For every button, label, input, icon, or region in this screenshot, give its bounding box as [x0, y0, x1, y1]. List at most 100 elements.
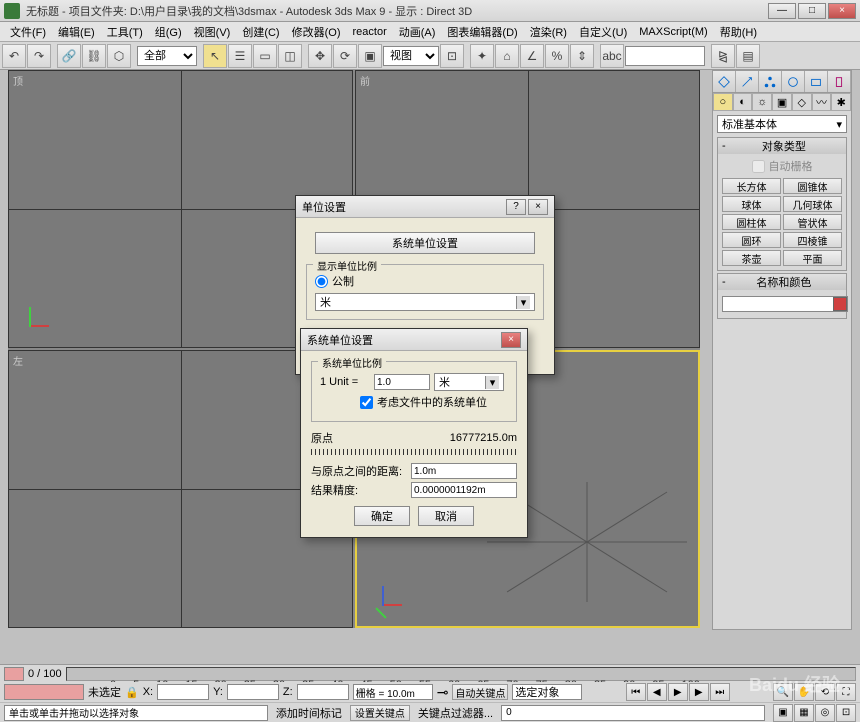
time-slider-handle[interactable]: [4, 667, 24, 681]
system-unit-setup-button[interactable]: 系统单位设置: [315, 232, 535, 254]
current-frame-input[interactable]: 0: [501, 705, 765, 721]
bind-icon[interactable]: ⬡: [107, 44, 131, 68]
menu-animation[interactable]: 动画(A): [393, 24, 442, 40]
unit-name-dropdown[interactable]: 米▾: [434, 373, 504, 391]
dialog-help-button[interactable]: ?: [506, 199, 526, 215]
menu-edit[interactable]: 编辑(E): [52, 24, 101, 40]
prim-cylinder[interactable]: 圆柱体: [722, 214, 781, 230]
object-color-swatch[interactable]: [722, 296, 848, 312]
unlink-icon[interactable]: ⛓: [82, 44, 106, 68]
metric-unit-dropdown[interactable]: 米▾: [315, 293, 535, 311]
unit-value-input[interactable]: 1.0: [374, 374, 430, 390]
subtab-spacewarps[interactable]: 〰: [812, 93, 832, 111]
snap-icon[interactable]: ⌂: [495, 44, 519, 68]
subtab-systems[interactable]: ✱: [831, 93, 851, 111]
distance-input[interactable]: 1.0m: [411, 463, 517, 479]
menu-help[interactable]: 帮助(H): [714, 24, 763, 40]
tab-create[interactable]: [713, 71, 736, 92]
tab-motion[interactable]: [782, 71, 805, 92]
select-rect-icon[interactable]: ▭: [253, 44, 277, 68]
rollout-name-color[interactable]: -名称和颜色: [718, 274, 846, 290]
prev-frame-icon[interactable]: ◀: [647, 683, 667, 701]
undo-icon[interactable]: ↶: [2, 44, 26, 68]
redo-icon[interactable]: ↷: [27, 44, 51, 68]
dialog2-close-button[interactable]: ×: [501, 332, 521, 348]
menu-customize[interactable]: 自定义(U): [573, 24, 633, 40]
menu-tools[interactable]: 工具(T): [101, 24, 149, 40]
tab-hierarchy[interactable]: [759, 71, 782, 92]
menu-graph[interactable]: 图表编辑器(D): [441, 24, 523, 40]
select-window-icon[interactable]: ◫: [278, 44, 302, 68]
prim-torus[interactable]: 圆环: [722, 232, 781, 248]
tab-modify[interactable]: [736, 71, 759, 92]
pan-icon[interactable]: ✋: [794, 683, 814, 701]
align-icon[interactable]: ▤: [736, 44, 760, 68]
zoom-all-icon[interactable]: ▦: [794, 704, 814, 722]
subtab-lights[interactable]: ☼: [752, 93, 772, 111]
select-icon[interactable]: ↖: [203, 44, 227, 68]
mirror-icon[interactable]: ⧎: [711, 44, 735, 68]
select-name-icon[interactable]: ☰: [228, 44, 252, 68]
tab-utilities[interactable]: [828, 71, 851, 92]
prim-pyramid[interactable]: 四棱锥: [783, 232, 842, 248]
prim-teapot[interactable]: 茶壶: [722, 250, 781, 266]
min-max-icon[interactable]: ⊡: [836, 704, 856, 722]
zoom-extents-icon[interactable]: ▣: [773, 704, 793, 722]
subtab-geometry[interactable]: ○: [713, 93, 733, 111]
named-selection-input[interactable]: [625, 46, 705, 66]
subtab-shapes[interactable]: ◐: [733, 93, 753, 111]
prim-tube[interactable]: 管状体: [783, 214, 842, 230]
scale-icon[interactable]: ▣: [358, 44, 382, 68]
manipulate-icon[interactable]: ✦: [470, 44, 494, 68]
goto-start-icon[interactable]: ⏮: [626, 683, 646, 701]
prim-plane[interactable]: 平面: [783, 250, 842, 266]
subtab-cameras[interactable]: ▣: [772, 93, 792, 111]
ok-button[interactable]: 确定: [354, 506, 410, 526]
menu-modifiers[interactable]: 修改器(O): [286, 24, 347, 40]
named-sel-icon[interactable]: abc: [600, 44, 624, 68]
menu-views[interactable]: 视图(V): [188, 24, 237, 40]
track-bar[interactable]: [4, 684, 84, 700]
metric-radio[interactable]: 公制: [315, 273, 535, 289]
minimize-button[interactable]: —: [768, 3, 796, 19]
ref-coord-dropdown[interactable]: 视图: [383, 46, 439, 66]
rollout-object-type[interactable]: -对象类型: [718, 138, 846, 154]
angle-snap-icon[interactable]: ∠: [520, 44, 544, 68]
goto-end-icon[interactable]: ⏭: [710, 683, 730, 701]
menu-file[interactable]: 文件(F): [4, 24, 52, 40]
y-coord-input[interactable]: [227, 684, 279, 700]
key-filter-link[interactable]: 关键点过滤器...: [418, 705, 493, 721]
autokey-button[interactable]: 自动关键点: [452, 684, 508, 700]
z-coord-input[interactable]: [297, 684, 349, 700]
prim-sphere[interactable]: 球体: [722, 196, 781, 212]
autogrid-checkbox[interactable]: 自动栅格: [722, 158, 842, 174]
add-time-tag[interactable]: 添加时间标记: [276, 705, 342, 721]
menu-create[interactable]: 创建(C): [236, 24, 285, 40]
prim-box[interactable]: 长方体: [722, 178, 781, 194]
prim-cone[interactable]: 圆锥体: [783, 178, 842, 194]
play-icon[interactable]: ▶: [668, 683, 688, 701]
menu-render[interactable]: 渲染(R): [524, 24, 573, 40]
subtab-helpers[interactable]: ◇: [792, 93, 812, 111]
setkey-button[interactable]: 设置关键点: [350, 705, 410, 721]
orbit-icon[interactable]: ⟲: [815, 683, 835, 701]
move-icon[interactable]: ✥: [308, 44, 332, 68]
field-icon[interactable]: ◎: [815, 704, 835, 722]
prim-geosphere[interactable]: 几何球体: [783, 196, 842, 212]
cancel-button[interactable]: 取消: [418, 506, 474, 526]
spinner-snap-icon[interactable]: ⇕: [570, 44, 594, 68]
percent-snap-icon[interactable]: %: [545, 44, 569, 68]
dialog-close-button[interactable]: ×: [528, 199, 548, 215]
tab-display[interactable]: [805, 71, 828, 92]
maximize-vp-icon[interactable]: ⛶: [836, 683, 856, 701]
selection-filter-dropdown[interactable]: 全部: [137, 46, 197, 66]
menu-group[interactable]: 组(G): [149, 24, 188, 40]
pivot-icon[interactable]: ⊡: [440, 44, 464, 68]
next-frame-icon[interactable]: ▶: [689, 683, 709, 701]
rotate-icon[interactable]: ⟳: [333, 44, 357, 68]
zoom-icon[interactable]: 🔍: [773, 683, 793, 701]
origin-slider[interactable]: [311, 449, 517, 455]
link-icon[interactable]: 🔗: [57, 44, 81, 68]
key-selection-dropdown[interactable]: 选定对象: [512, 684, 582, 700]
maximize-button[interactable]: □: [798, 3, 826, 19]
